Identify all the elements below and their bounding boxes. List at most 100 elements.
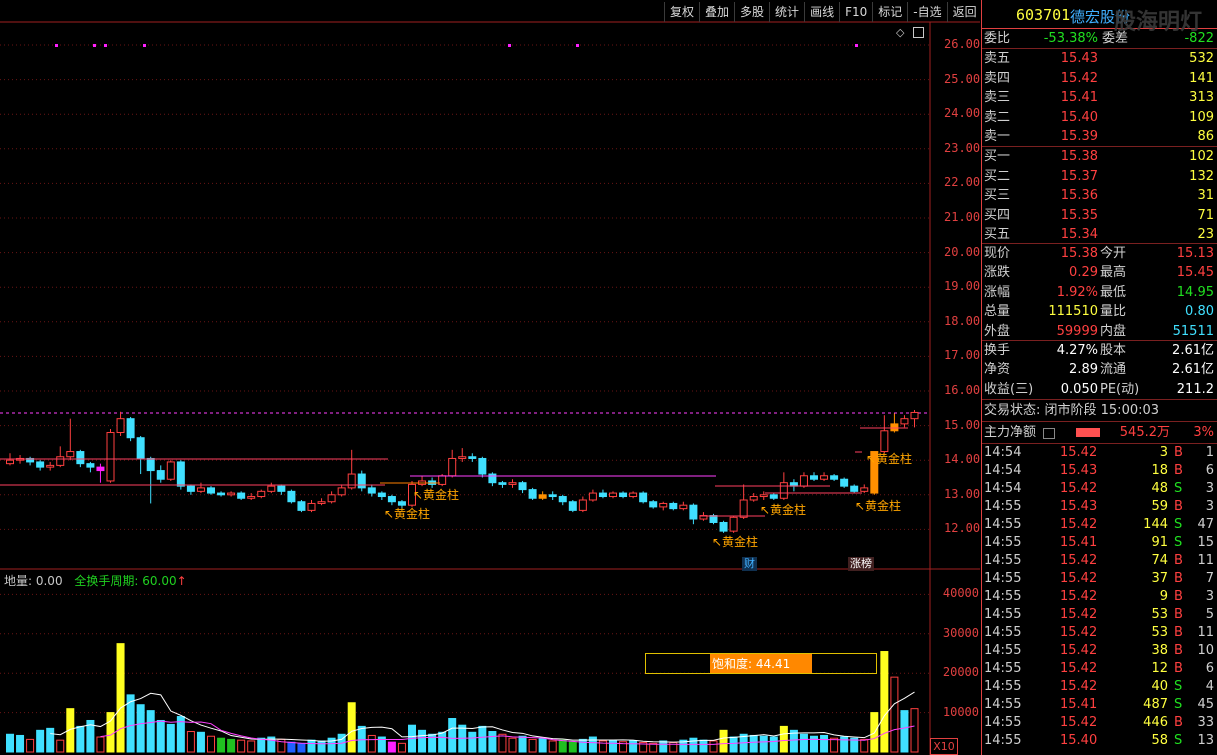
marker-dot — [855, 44, 858, 47]
kline-chart-area[interactable]: 26.00 25.00 24.00 23.00 22.00 21.00 20.00 19.00… — [0, 0, 980, 755]
gainers-list-tag[interactable]: 涨榜 — [848, 557, 874, 571]
stat-label: 总量 — [984, 304, 1011, 320]
candle-body — [186, 485, 195, 492]
tick-side: B — [1174, 445, 1183, 460]
golden-pillar-label: ↖黄金柱 — [760, 503, 807, 517]
volume-bar — [438, 731, 447, 753]
candle-body — [317, 501, 326, 504]
stat-value: 0.29 — [1069, 265, 1098, 281]
order-book-volume: 86 — [1197, 129, 1214, 144]
stat-row: 总量 111510 量比 0.80 — [982, 302, 1217, 321]
candle-body — [66, 451, 75, 458]
volume-bar — [488, 731, 497, 753]
order-book-price: 15.36 — [1060, 188, 1098, 203]
order-book-volume: 109 — [1189, 109, 1214, 125]
tick-time: 14:55 — [984, 697, 1022, 712]
toolbar-f10-button[interactable]: F10 — [839, 2, 872, 22]
toolbar-overlay-button[interactable]: 叠加 — [699, 2, 734, 22]
toolbar-mark-button[interactable]: 标记 — [872, 2, 907, 22]
volume-bar — [729, 736, 738, 753]
price-tick-label: 14.00 — [944, 452, 981, 467]
candle-body — [830, 475, 839, 480]
settings-icon[interactable] — [913, 27, 924, 38]
weicha-label: 委差 — [1102, 31, 1129, 46]
volume-bar — [196, 731, 205, 753]
marker-dot — [576, 44, 579, 47]
tick-time: 14:55 — [984, 589, 1022, 604]
candle-body — [609, 492, 617, 498]
volume-bar — [759, 735, 768, 753]
candle-body — [176, 461, 185, 487]
tick-volume: 144 — [1143, 517, 1168, 532]
order-book-label: 卖二 — [984, 109, 1011, 125]
kline-chart-svg[interactable] — [0, 0, 980, 755]
candle-body — [247, 496, 256, 499]
list-icon[interactable] — [1043, 428, 1055, 439]
stat-label: 最高 — [1100, 265, 1127, 281]
tick-time: 14:55 — [984, 535, 1022, 550]
stat-value: 15.38 — [1060, 246, 1098, 261]
marker-dot — [55, 44, 58, 47]
volume-bar — [56, 739, 65, 753]
tick-price: 15.42 — [1060, 607, 1098, 622]
order-book-volume: 31 — [1197, 188, 1214, 203]
tick-price: 15.42 — [1060, 679, 1098, 694]
order-book-price: 15.35 — [1060, 207, 1098, 223]
volume-bar — [518, 735, 527, 753]
candle-body — [86, 463, 95, 468]
candle-body — [327, 494, 336, 503]
stat-row: 外盘 59999 内盘 51511 — [982, 322, 1217, 341]
price-grid — [0, 21, 980, 755]
saturation-box: 饱和度: 44.41 — [645, 653, 877, 674]
tick-side: B — [1174, 625, 1183, 640]
tick-row: 14:55 15.42 37 B 7 — [982, 570, 1217, 588]
stock-code[interactable]: 603701 — [1016, 6, 1070, 24]
tick-count: 45 — [1197, 697, 1214, 712]
stat-value: 4.27% — [1056, 343, 1098, 358]
price-tick-label: 19.00 — [944, 279, 981, 294]
toolbar-statistics-button[interactable]: 统计 — [769, 2, 804, 22]
x10-multiplier-label[interactable]: X10 — [930, 738, 958, 755]
toolbar-remove-watchlist-button[interactable]: -自选 — [907, 2, 946, 22]
candle-body — [207, 487, 215, 494]
diamond-icon[interactable]: ◇ — [896, 26, 904, 39]
candle-body — [689, 504, 698, 520]
stat-row: 净资 2.89 流通 2.61亿 — [982, 360, 1217, 379]
volume-tick-label: 10000 — [942, 704, 979, 719]
toolbar-draw-line-button[interactable]: 画线 — [804, 2, 839, 22]
volume-bar — [166, 723, 175, 753]
tick-row: 14:55 15.42 446 B 33 — [982, 714, 1217, 732]
order-book-label: 买一 — [984, 149, 1011, 164]
main-flow-bar — [1076, 428, 1100, 437]
candle-body — [629, 492, 638, 498]
toolbar-multi-stock-button[interactable]: 多股 — [734, 2, 769, 22]
tick-volume: 59 — [1151, 499, 1168, 514]
tick-side: S — [1174, 679, 1183, 694]
tick-price: 15.40 — [1060, 733, 1098, 748]
volume-bar — [498, 733, 507, 753]
stat-row: 现价 15.38 今开 15.13 — [982, 244, 1217, 263]
marker-dot — [508, 44, 511, 47]
financial-report-tag[interactable]: 财 — [742, 557, 757, 571]
tick-volume: 58 — [1151, 733, 1168, 748]
candle-body — [257, 490, 266, 498]
order-book-row: 买五 15.34 23 — [982, 225, 1217, 244]
candle-body — [558, 496, 567, 503]
order-book-price: 15.41 — [1060, 90, 1098, 105]
tick-side: B — [1174, 499, 1183, 514]
stat-value: 15.45 — [1176, 265, 1214, 281]
stat-value: 211.2 — [1176, 381, 1214, 397]
tick-volume: 12 — [1151, 661, 1168, 676]
candle-body — [126, 418, 135, 439]
toolbar-back-button[interactable]: 返回 — [946, 2, 982, 22]
candle-body — [478, 457, 487, 475]
candle-body — [538, 494, 547, 499]
tick-count: 3 — [1205, 499, 1214, 514]
volume-bar — [46, 727, 55, 753]
order-book-price: 15.43 — [1060, 51, 1098, 66]
candle-body — [116, 418, 125, 434]
candle-body — [588, 492, 597, 501]
tick-side: S — [1174, 697, 1183, 712]
toolbar-fuquan-button[interactable]: 复权 — [664, 2, 699, 22]
tick-side: B — [1174, 463, 1183, 478]
